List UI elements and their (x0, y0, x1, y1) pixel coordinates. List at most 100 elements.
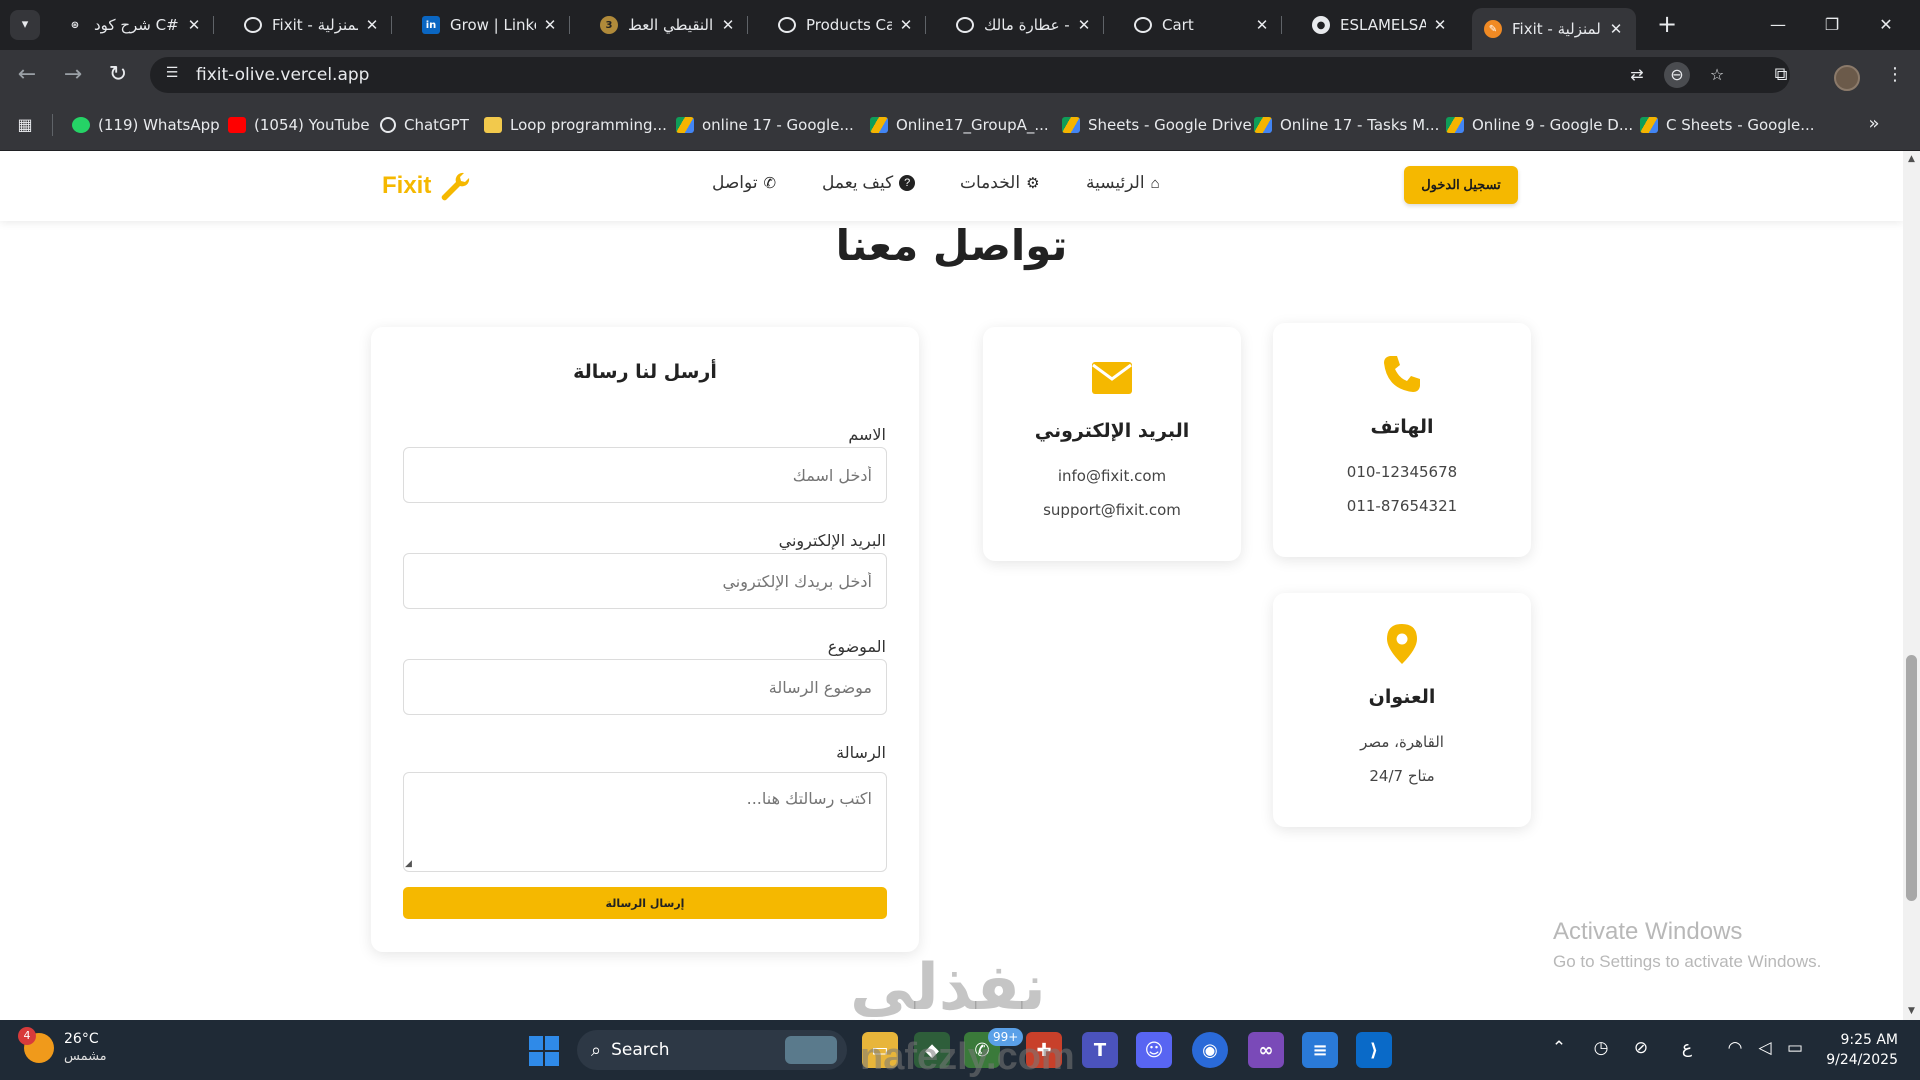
address-bar[interactable]: ☰ fixit-olive.vercel.app ⇄ ⊖ ☆ (150, 57, 1790, 93)
input-language[interactable]: ع (1674, 1038, 1700, 1058)
map-pin-icon (1273, 623, 1531, 665)
browser-tab[interactable]: Cart ✕ (1122, 8, 1282, 42)
close-tab-icon[interactable]: ✕ (720, 16, 736, 34)
browser-tab[interactable]: 3 النقيطي العط ✕ (588, 8, 748, 42)
bookmark-item[interactable]: ChatGPT (380, 113, 469, 137)
vscode-icon[interactable]: ⟩ (1356, 1032, 1392, 1068)
site-info-icon[interactable]: ☰ (162, 65, 182, 85)
chrome-icon[interactable]: ◉ (1192, 1032, 1228, 1068)
scrollbar-thumb[interactable] (1906, 655, 1917, 901)
battery-icon[interactable]: ▭ (1782, 1038, 1808, 1058)
bookmark-item[interactable]: Sheets - Google Drive (1062, 113, 1252, 137)
openai-icon (380, 117, 396, 133)
close-tab-icon[interactable]: ✕ (186, 16, 202, 34)
bookmark-item[interactable]: Online 9 - Google D... (1446, 113, 1633, 137)
nav-contact[interactable]: تواصل ✆ (712, 173, 776, 193)
login-button[interactable]: تسجيل الدخول (1404, 166, 1518, 204)
profile-avatar[interactable] (1834, 65, 1860, 91)
scroll-up-icon[interactable]: ▲ (1905, 153, 1918, 166)
more-bookmarks-icon[interactable]: » (1862, 113, 1886, 137)
globe-icon (244, 17, 262, 33)
phone-number-2[interactable]: 011-87654321 (1273, 497, 1531, 515)
resize-handle-icon[interactable]: ◢ (405, 859, 415, 869)
discord-icon[interactable]: ☺ (1136, 1032, 1172, 1068)
page-viewport: Fixit تواصل ✆ كيف يعمل? الخدمات ⚙ الرئيسية… (0, 151, 1903, 1020)
phone-number-1[interactable]: 010-12345678 (1273, 463, 1531, 481)
clock-app-icon[interactable]: ◷ (1588, 1038, 1614, 1058)
bookmark-item[interactable]: (1054) YouTube (228, 113, 370, 137)
translate-icon[interactable]: ⇄ (1624, 62, 1650, 88)
email-support[interactable]: support@fixit.com (983, 501, 1241, 519)
url-text[interactable]: fixit-olive.vercel.app (196, 65, 369, 85)
visual-studio-icon[interactable]: ∞ (1248, 1032, 1284, 1068)
close-tab-icon[interactable]: ✕ (1432, 16, 1448, 34)
close-tab-icon[interactable]: ✕ (898, 16, 914, 34)
system-clock[interactable]: 9:25 AM 9/24/2025 (1822, 1030, 1898, 1070)
bookmark-item[interactable]: Online17_GroupA_... (870, 113, 1049, 137)
bookmark-item[interactable]: Online 17 - Tasks M... (1254, 113, 1439, 137)
bookmark-item[interactable]: Loop programming... (484, 113, 667, 137)
watermark-logo: نفذلي (850, 951, 1048, 1020)
start-button[interactable] (529, 1036, 559, 1066)
back-icon[interactable]: ← (12, 60, 42, 90)
wifi-icon[interactable]: ◠ (1722, 1038, 1748, 1058)
nav-how-it-works[interactable]: كيف يعمل? (822, 173, 916, 193)
extensions-icon[interactable]: ⧉ (1766, 60, 1796, 90)
close-window-button[interactable]: ✕ (1866, 10, 1906, 40)
google-drive-icon (676, 117, 694, 133)
weather-widget[interactable]: 4 26°C مشمس (18, 1027, 107, 1066)
name-input[interactable] (403, 447, 887, 503)
close-tab-icon[interactable]: ✕ (1076, 16, 1092, 34)
site-logo[interactable]: Fixit (382, 167, 471, 205)
close-tab-icon[interactable]: ✕ (364, 16, 380, 34)
nav-services[interactable]: الخدمات ⚙ (960, 173, 1040, 193)
bookmark-item[interactable]: (119) WhatsApp (72, 113, 220, 137)
browser-tab[interactable]: ● ESLAMELSAA ✕ (1300, 8, 1460, 42)
loop-icon (484, 117, 502, 133)
search-highlight-image (785, 1036, 837, 1064)
minimize-button[interactable]: — (1758, 10, 1798, 40)
google-drive-icon (1446, 117, 1464, 133)
notepad-icon[interactable]: ≡ (1302, 1032, 1338, 1068)
google-drive-icon (1640, 117, 1658, 133)
reload-icon[interactable]: ↻ (103, 60, 133, 90)
linkedin-icon: in (422, 16, 440, 34)
taskbar-search[interactable]: ⌕ Search (577, 1030, 847, 1070)
close-tab-icon[interactable]: ✕ (1254, 16, 1270, 34)
browser-tab[interactable]: ⊛ شرح كود C# ✕ (54, 8, 214, 42)
volume-icon[interactable]: ◁ (1752, 1038, 1778, 1058)
watermark-url: nafezly.com (860, 1036, 1075, 1078)
openai-icon: ⊛ (70, 19, 80, 31)
mic-muted-icon[interactable]: ⊘ (1628, 1038, 1654, 1058)
bookmark-item[interactable]: C Sheets - Google... (1640, 113, 1815, 137)
forward-icon[interactable]: → (58, 60, 88, 90)
browser-tab[interactable]: Products Cat ✕ (766, 8, 926, 42)
section-title: تواصل معنا (835, 221, 1068, 270)
browser-tab[interactable]: Fixit - المنزلية ✕ (232, 8, 392, 42)
browser-tab[interactable]: in Grow | LinkedIn ✕ (410, 8, 570, 42)
notification-badge: 4 (18, 1027, 36, 1045)
browser-tab[interactable]: عطارة مالك - ✕ (944, 8, 1104, 42)
teams-icon[interactable]: T (1082, 1032, 1118, 1068)
new-tab-button[interactable]: + (1652, 10, 1682, 40)
scroll-down-icon[interactable]: ▼ (1905, 1005, 1918, 1018)
browser-tab-active[interactable]: ✎ Fixit - المنزلية ✕ (1472, 8, 1636, 50)
email-input[interactable] (403, 553, 887, 609)
bookmark-item[interactable]: online 17 - Google... (676, 113, 854, 137)
send-message-button[interactable]: إرسال الرسالة (403, 887, 887, 919)
menu-icon[interactable]: ⋮ (1880, 60, 1910, 90)
tab-search-dropdown[interactable]: ▾ (10, 10, 40, 40)
close-tab-icon[interactable]: ✕ (1608, 20, 1624, 38)
email-primary[interactable]: info@fixit.com (983, 467, 1241, 485)
bookmark-star-icon[interactable]: ☆ (1704, 62, 1730, 88)
zoom-icon[interactable]: ⊖ (1664, 62, 1690, 88)
apps-grid-icon[interactable]: ▦ (14, 114, 36, 136)
message-textarea[interactable] (403, 772, 887, 872)
nav-home[interactable]: الرئيسية ⌂ (1086, 173, 1160, 193)
subject-input[interactable] (403, 659, 887, 715)
show-hidden-icons[interactable]: ⌃ (1546, 1038, 1572, 1058)
whatsapp-icon (72, 117, 90, 133)
restore-button[interactable]: ❐ (1812, 10, 1852, 40)
close-tab-icon[interactable]: ✕ (542, 16, 558, 34)
activate-windows-notice: Activate Windows Go to Settings to activ… (1553, 918, 1822, 971)
